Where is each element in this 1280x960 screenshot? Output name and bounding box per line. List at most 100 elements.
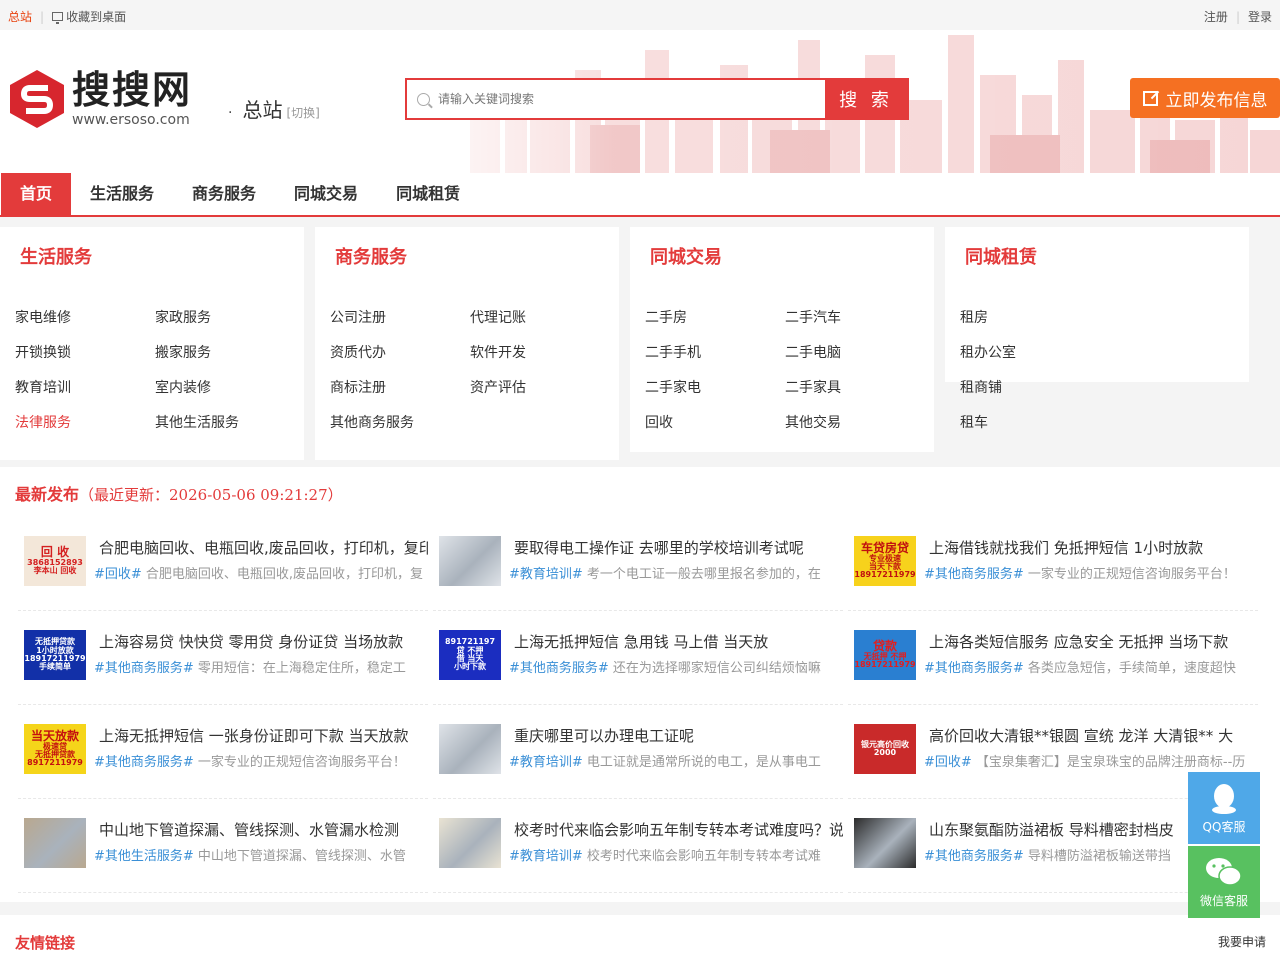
post-thumbnail[interactable] [439, 818, 501, 868]
friend-links-title: 友情链接 [15, 934, 76, 952]
post-title[interactable]: 校考时代来临会影响五年制专转本考试难度吗？说 [514, 819, 843, 840]
post-thumbnail[interactable]: 车贷房贷 专业极速 当天下款 18917211979 [854, 536, 916, 586]
category-link[interactable]: 租办公室 [960, 336, 1100, 371]
category-link[interactable]: 租房 [960, 301, 1115, 336]
post-category-tag[interactable]: #其他商务服务# [924, 567, 1024, 582]
post-item[interactable]: 重庆哪里可以办理电工证呢 #教育培训# 电工证就是通常所说的电工，是从事电工 [433, 705, 843, 799]
add-to-desktop-link[interactable]: 收藏到桌面 [52, 8, 126, 25]
post-item[interactable]: 当天放款 极速贷 无抵押贷款 8917211979 上海无抵押短信 一张身份证即可下款 … [18, 705, 428, 799]
post-title[interactable]: 上海无抵押短信 急用钱 马上借 当天放 [514, 631, 843, 652]
post-title[interactable]: 上海借钱就找我们 免抵押短信 1小时放款 [929, 537, 1258, 558]
post-category-tag[interactable]: #教育培训# [509, 849, 583, 864]
publish-button[interactable]: 立即发布信息 [1130, 78, 1280, 118]
post-description: 一家专业的正规短信咨询服务平台！ [1023, 567, 1236, 582]
post-title[interactable]: 中山地下管道探漏、管线探测、水管漏水检测 [99, 819, 428, 840]
category-link[interactable]: 教育培训 [15, 371, 155, 406]
nav-item-home[interactable]: 首页 [1, 173, 72, 215]
post-summary: #其他商务服务# 还在为选择哪家短信公司纠结烦恼嘛 [509, 657, 843, 676]
post-item[interactable]: 要取得电工操作证 去哪里的学校培训考试呢 #教育培训# 考一个电工证一般去哪里报名… [433, 517, 843, 611]
qq-service-button[interactable]: QQ客服 [1188, 772, 1260, 844]
category-title[interactable]: 生活服务 [0, 227, 304, 287]
wechat-service-button[interactable]: 微信客服 [1188, 846, 1260, 918]
post-item[interactable]: 回 收 3868152893 李本山 回收 合肥电脑回收、电瓶回收,废品回收，打印机，… [18, 517, 428, 611]
category-link[interactable]: 二手房 [645, 301, 785, 336]
post-title[interactable]: 上海容易贷 快快贷 零用贷 身份证贷 当场放款 [99, 631, 428, 652]
category-link[interactable]: 家政服务 [155, 301, 295, 336]
post-category-tag[interactable]: #回收# [94, 567, 142, 582]
post-title[interactable]: 要取得电工操作证 去哪里的学校培训考试呢 [514, 537, 843, 558]
category-link[interactable]: 开锁换锁 [15, 336, 155, 371]
post-category-tag[interactable]: #其他商务服务# [924, 849, 1024, 864]
category-link[interactable]: 公司注册 [330, 301, 470, 336]
post-title[interactable]: 高价回收大清银**银圆 宣统 龙洋 大清银** 大 [929, 725, 1258, 746]
category-link[interactable]: 室内装修 [155, 371, 295, 406]
category-link[interactable]: 其他生活服务 [155, 406, 295, 441]
post-category-tag[interactable]: #其他商务服务# [509, 661, 609, 676]
city-selector: · 总站 [切换] [228, 94, 320, 123]
nav-item-local-rental[interactable]: 同城租赁 [377, 173, 479, 215]
post-thumbnail[interactable]: 贷款 无抵押 不押 18917211979 [854, 630, 916, 680]
post-category-tag[interactable]: #其他商务服务# [94, 661, 194, 676]
post-item[interactable]: 车贷房贷 专业极速 当天下款 18917211979 上海借钱就找我们 免抵押短信 1小… [848, 517, 1258, 611]
post-category-tag[interactable]: #其他生活服务# [94, 849, 194, 864]
category-link[interactable]: 其他商务服务 [330, 406, 470, 441]
category-link[interactable]: 其他交易 [785, 406, 925, 441]
category-link[interactable]: 回收 [645, 406, 785, 441]
category-link[interactable]: 二手手机 [645, 336, 785, 371]
post-category-tag[interactable]: #其他商务服务# [94, 755, 194, 770]
nav-item-business-services[interactable]: 商务服务 [173, 173, 275, 215]
register-link[interactable]: 注册 [1204, 8, 1228, 25]
post-summary: #其他商务服务# 一家专业的正规短信咨询服务平台！ [924, 563, 1258, 582]
post-thumbnail[interactable]: 回 收 3868152893 李本山 回收 [24, 536, 86, 586]
category-link[interactable]: 商标注册 [330, 371, 470, 406]
home-link[interactable]: 总站 [8, 8, 32, 25]
post-title[interactable]: 合肥电脑回收、电瓶回收,废品回收，打印机，复印 [99, 537, 428, 558]
logo-title: 搜搜网 [72, 68, 193, 112]
category-title[interactable]: 同城交易 [630, 227, 934, 287]
category-link[interactable]: 租车 [960, 406, 1100, 441]
post-category-tag[interactable]: #回收# [924, 755, 972, 770]
post-thumbnail[interactable]: 当天放款 极速贷 无抵押贷款 8917211979 [24, 724, 86, 774]
apply-link[interactable]: 我要申请 [1218, 933, 1266, 950]
category-link[interactable]: 资质代办 [330, 336, 470, 371]
post-thumbnail[interactable] [854, 818, 916, 868]
login-link[interactable]: 登录 [1248, 8, 1272, 25]
post-title[interactable]: 重庆哪里可以办理电工证呢 [514, 725, 843, 746]
post-category-tag[interactable]: #教育培训# [509, 567, 583, 582]
post-title[interactable]: 上海各类短信服务 应急安全 无抵押 当场下款 [929, 631, 1258, 652]
post-item[interactable]: 校考时代来临会影响五年制专转本考试难度吗？说 #教育培训# 校考时代来临会影响五年… [433, 799, 843, 893]
category-link[interactable]: 软件开发 [470, 336, 610, 371]
post-thumbnail[interactable]: 银元高价回收 2000 [854, 724, 916, 774]
category-link[interactable]: 搬家服务 [155, 336, 295, 371]
category-link[interactable]: 二手汽车 [785, 301, 925, 336]
category-title[interactable]: 同城租赁 [945, 227, 1249, 287]
search-input[interactable] [438, 92, 818, 106]
post-category-tag[interactable]: #其他商务服务# [924, 661, 1024, 676]
post-item[interactable]: 891721197 贷 不押借 当天 小时下款 上海无抵押短信 急用钱 马上借 当天放… [433, 611, 843, 705]
site-logo[interactable]: 搜搜网 www.ersoso.com [8, 68, 192, 130]
category-link[interactable]: 二手电脑 [785, 336, 925, 371]
switch-city-link[interactable]: [切换] [286, 104, 319, 121]
post-thumbnail[interactable] [439, 724, 501, 774]
nav-item-life-services[interactable]: 生活服务 [71, 173, 173, 215]
category-link[interactable]: 二手家电 [645, 371, 785, 406]
category-link[interactable]: 法律服务 [15, 406, 155, 441]
post-title[interactable]: 上海无抵押短信 一张身份证即可下款 当天放款 [99, 725, 428, 746]
search-button[interactable]: 搜 索 [825, 80, 907, 118]
post-description: 一家专业的正规短信咨询服务平台！ [193, 755, 406, 770]
post-thumbnail[interactable]: 891721197 贷 不押借 当天 小时下款 [439, 630, 501, 680]
post-category-tag[interactable]: #教育培训# [509, 755, 583, 770]
category-link[interactable]: 资产评估 [470, 371, 610, 406]
post-thumbnail[interactable] [439, 536, 501, 586]
category-title[interactable]: 商务服务 [315, 227, 619, 287]
post-item[interactable]: 中山地下管道探漏、管线探测、水管漏水检测 #其他生活服务# 中山地下管道探漏、管线… [18, 799, 428, 893]
category-link[interactable]: 二手家具 [785, 371, 925, 406]
post-item[interactable]: 贷款 无抵押 不押 18917211979 上海各类短信服务 应急安全 无抵押 当场下… [848, 611, 1258, 705]
post-thumbnail[interactable]: 无抵押贷款 1小时放款 18917211979 手续简单 [24, 630, 86, 680]
category-link[interactable]: 租商铺 [960, 371, 1115, 406]
nav-item-local-trade[interactable]: 同城交易 [275, 173, 377, 215]
category-link[interactable]: 代理记账 [470, 301, 610, 336]
post-thumbnail[interactable] [24, 818, 86, 868]
category-link[interactable]: 家电维修 [15, 301, 155, 336]
post-item[interactable]: 无抵押贷款 1小时放款 18917211979 手续简单 上海容易贷 快快贷 零用贷 身… [18, 611, 428, 705]
